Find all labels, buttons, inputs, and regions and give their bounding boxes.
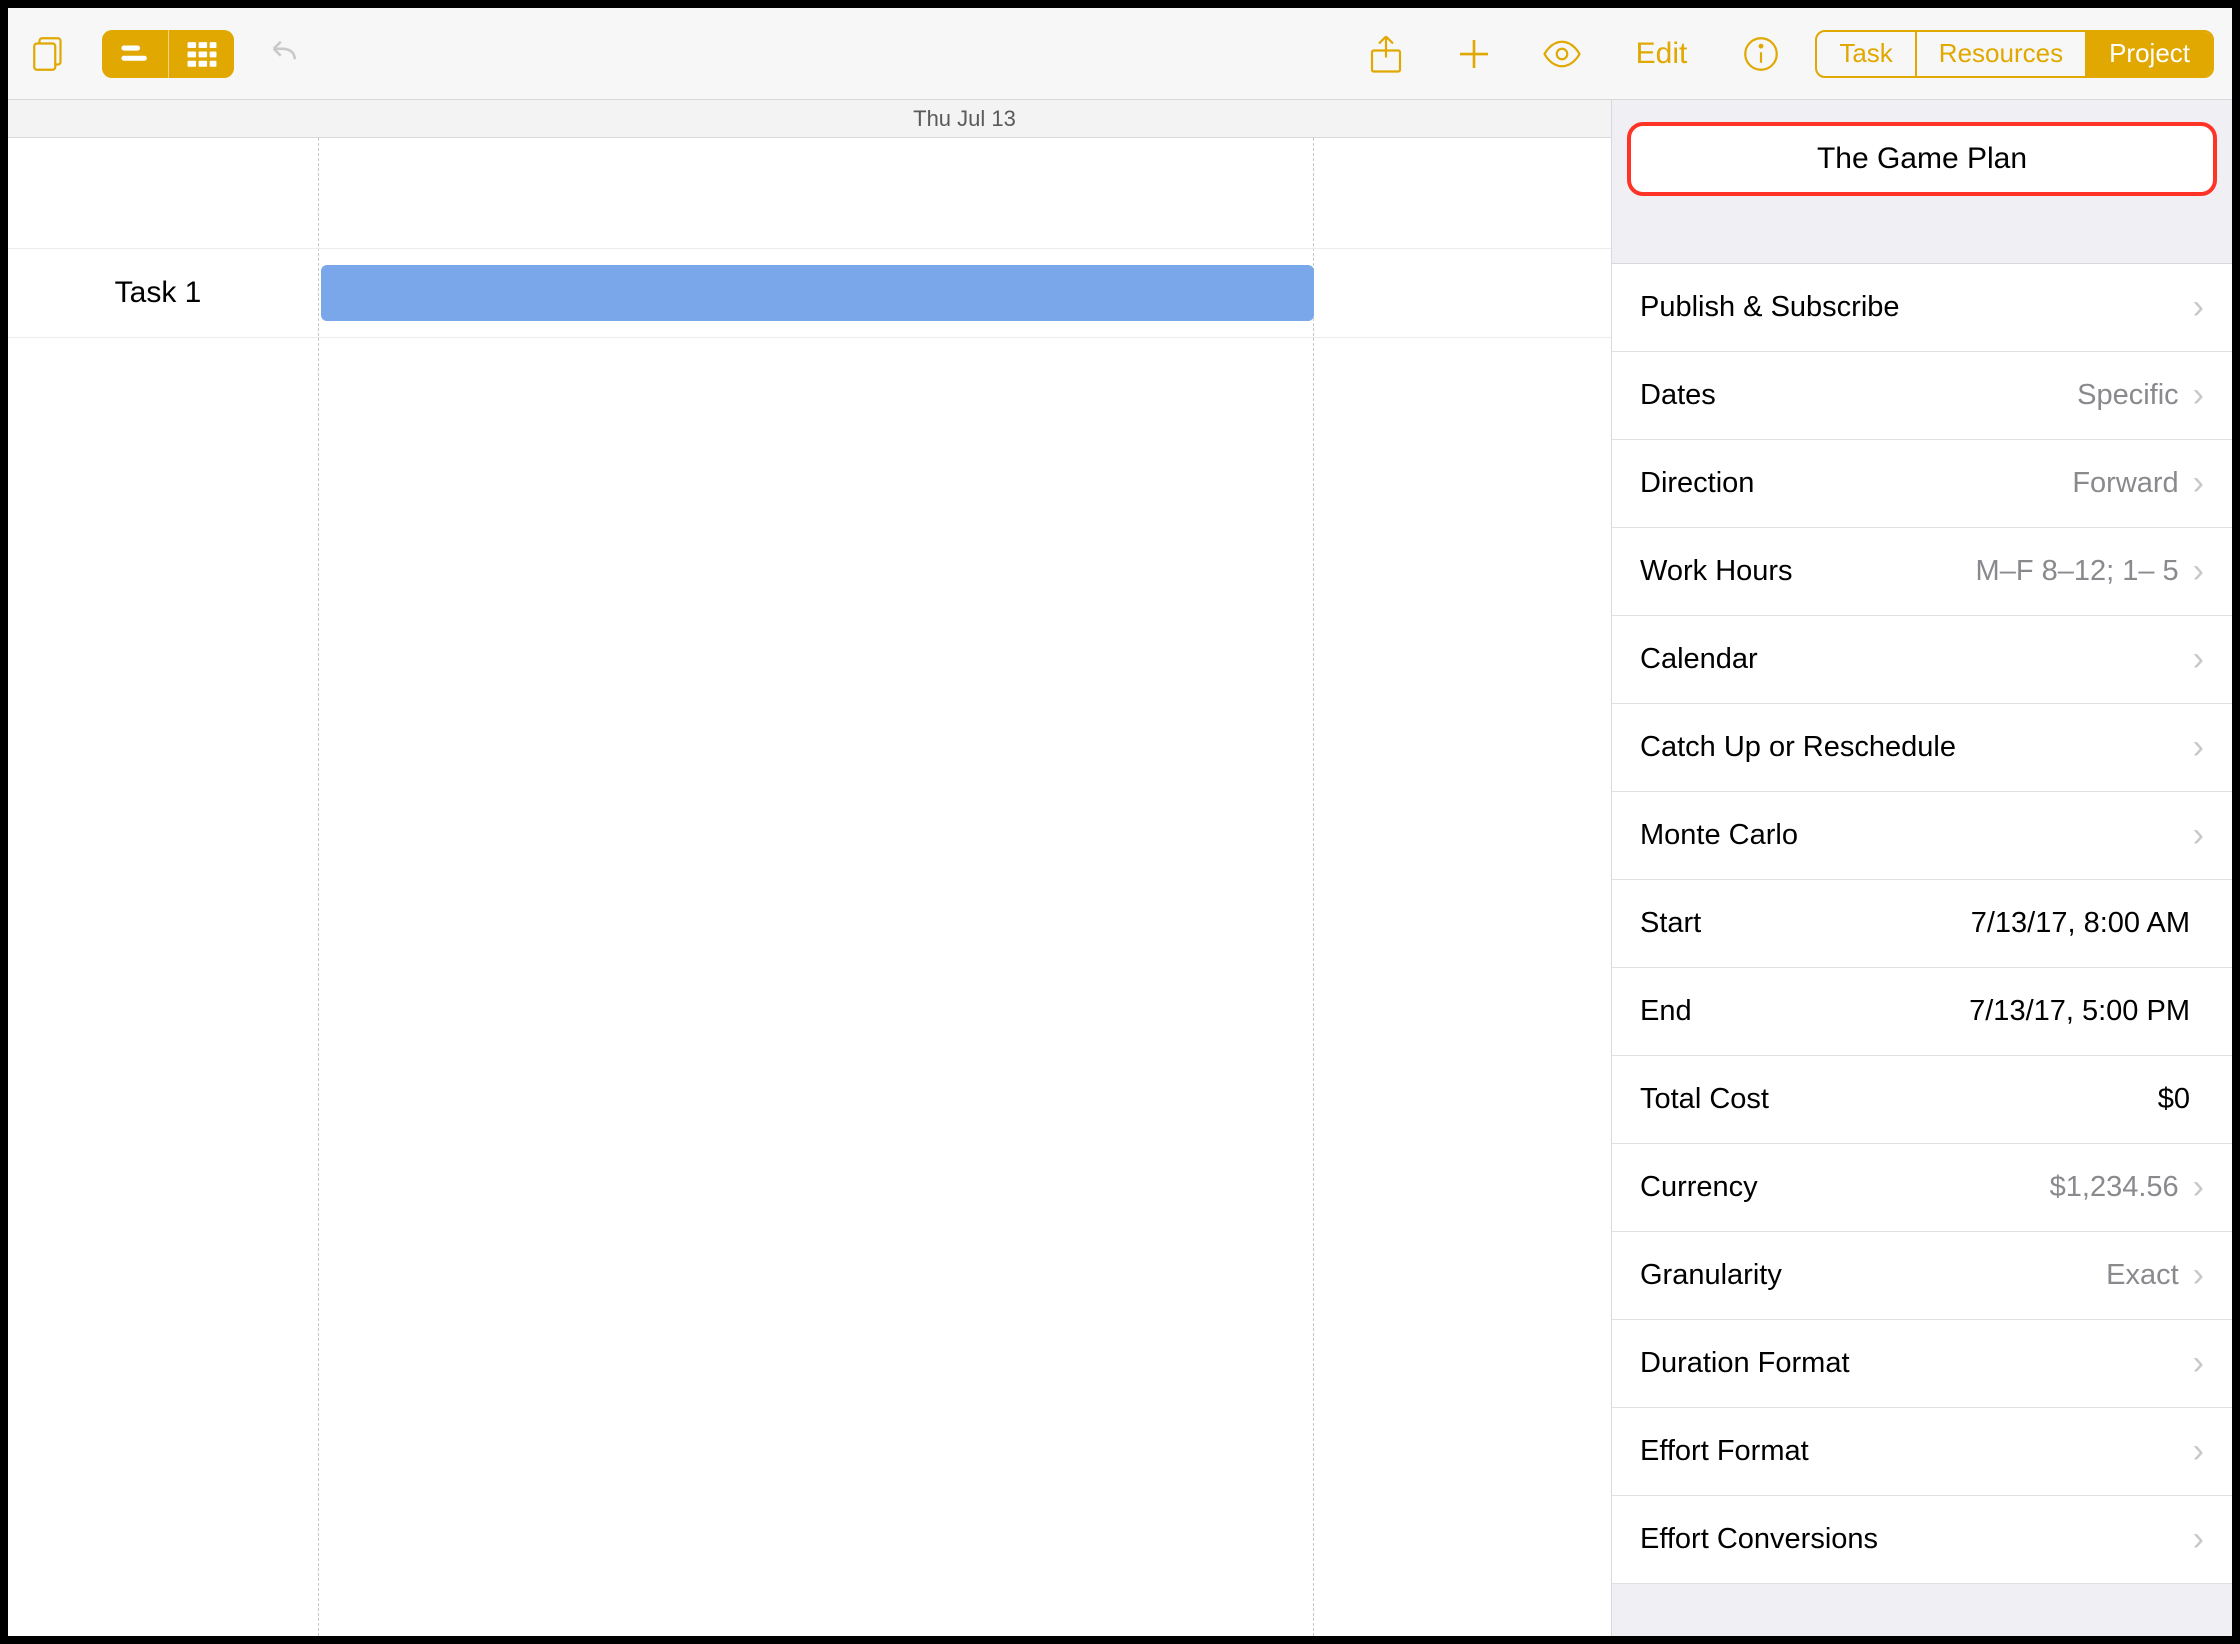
share-icon[interactable] — [1362, 30, 1410, 78]
add-icon[interactable] — [1450, 30, 1498, 78]
row-label: Monte Carlo — [1640, 819, 1798, 852]
row-label: Total Cost — [1640, 1083, 1769, 1116]
row-dates[interactable]: Dates Specific › — [1612, 352, 2232, 440]
chevron-right-icon: › — [2193, 552, 2204, 591]
chevron-right-icon: › — [2193, 640, 2204, 679]
chevron-right-icon: › — [2193, 1432, 2204, 1471]
view-mode-network-icon[interactable] — [168, 30, 234, 78]
info-icon[interactable] — [1737, 30, 1785, 78]
row-effort-format[interactable]: Effort Format › — [1612, 1408, 2232, 1496]
task-bar[interactable] — [321, 265, 1314, 321]
row-value: 7/13/17, 8:00 AM — [1971, 907, 2190, 940]
gantt-body[interactable]: Task 1 — [8, 138, 1611, 1636]
toolbar: Edit Task Resources Project — [8, 8, 2232, 100]
gantt-date-header: Thu Jul 13 — [8, 100, 1611, 138]
chevron-right-icon: › — [2193, 1344, 2204, 1383]
view-mode-toggle[interactable] — [102, 30, 234, 78]
row-label: End — [1640, 995, 1692, 1028]
row-label: Duration Format — [1640, 1347, 1850, 1380]
undo-icon[interactable] — [262, 30, 310, 78]
row-granularity[interactable]: Granularity Exact › — [1612, 1232, 2232, 1320]
chevron-right-icon: › — [2193, 1520, 2204, 1559]
row-duration-format[interactable]: Duration Format › — [1612, 1320, 2232, 1408]
project-title-field[interactable] — [1627, 122, 2217, 196]
row-value: Forward — [2072, 467, 2178, 500]
documents-icon[interactable] — [26, 30, 74, 78]
chevron-right-icon: › — [2193, 464, 2204, 503]
row-label: Catch Up or Reschedule — [1640, 731, 1956, 764]
row-currency[interactable]: Currency $1,234.56 › — [1612, 1144, 2232, 1232]
chevron-right-icon: › — [2193, 728, 2204, 767]
inspector-tabs: Task Resources Project — [1815, 30, 2214, 78]
task-label[interactable]: Task 1 — [8, 276, 308, 310]
row-label: Effort Format — [1640, 1435, 1809, 1468]
task-row[interactable]: Task 1 — [8, 248, 1611, 338]
gantt-area: Thu Jul 13 Task 1 — [8, 100, 1611, 1636]
tab-resources[interactable]: Resources — [1915, 32, 2085, 76]
row-monte-carlo[interactable]: Monte Carlo › — [1612, 792, 2232, 880]
chevron-right-icon: › — [2193, 1256, 2204, 1295]
gantt-date-label: Thu Jul 13 — [318, 100, 1611, 137]
tab-task[interactable]: Task — [1817, 32, 1914, 76]
inspector-panel: Publish & Subscribe › Dates Specific › D… — [1611, 100, 2232, 1636]
row-direction[interactable]: Direction Forward › — [1612, 440, 2232, 528]
row-value: Specific — [2077, 379, 2179, 412]
chevron-right-icon: › — [2193, 376, 2204, 415]
project-title-input[interactable] — [1651, 142, 2193, 176]
row-value: Exact — [2106, 1259, 2179, 1292]
row-catch-up[interactable]: Catch Up or Reschedule › — [1612, 704, 2232, 792]
chevron-right-icon: › — [2193, 816, 2204, 855]
row-label: Start — [1640, 907, 1701, 940]
row-work-hours[interactable]: Work Hours M–F 8–12; 1– 5 › — [1612, 528, 2232, 616]
chevron-right-icon: › — [2193, 1168, 2204, 1207]
chevron-right-icon: › — [2193, 288, 2204, 327]
row-label: Currency — [1640, 1171, 1758, 1204]
edit-button[interactable]: Edit — [1626, 37, 1698, 71]
row-calendar[interactable]: Calendar › — [1612, 616, 2232, 704]
row-value: $1,234.56 — [2050, 1171, 2179, 1204]
row-total-cost[interactable]: Total Cost $0 — [1612, 1056, 2232, 1144]
row-value: $0 — [2158, 1083, 2190, 1116]
eye-icon[interactable] — [1538, 30, 1586, 78]
row-label: Work Hours — [1640, 555, 1793, 588]
row-value: M–F 8–12; 1– 5 — [1976, 555, 2179, 588]
row-label: Dates — [1640, 379, 1716, 412]
row-publish-subscribe[interactable]: Publish & Subscribe › — [1612, 264, 2232, 352]
row-label: Granularity — [1640, 1259, 1782, 1292]
row-label: Direction — [1640, 467, 1754, 500]
row-end[interactable]: End 7/13/17, 5:00 PM — [1612, 968, 2232, 1056]
gantt-column-divider — [1313, 138, 1314, 1636]
row-label: Calendar — [1640, 643, 1758, 676]
row-value: 7/13/17, 5:00 PM — [1969, 995, 2190, 1028]
tab-project[interactable]: Project — [2085, 32, 2212, 76]
row-label: Effort Conversions — [1640, 1523, 1878, 1556]
gantt-column-divider — [318, 138, 319, 1636]
row-effort-conversions[interactable]: Effort Conversions › — [1612, 1496, 2232, 1584]
view-mode-gantt-icon[interactable] — [102, 30, 168, 78]
row-label: Publish & Subscribe — [1640, 291, 1900, 324]
row-start[interactable]: Start 7/13/17, 8:00 AM — [1612, 880, 2232, 968]
